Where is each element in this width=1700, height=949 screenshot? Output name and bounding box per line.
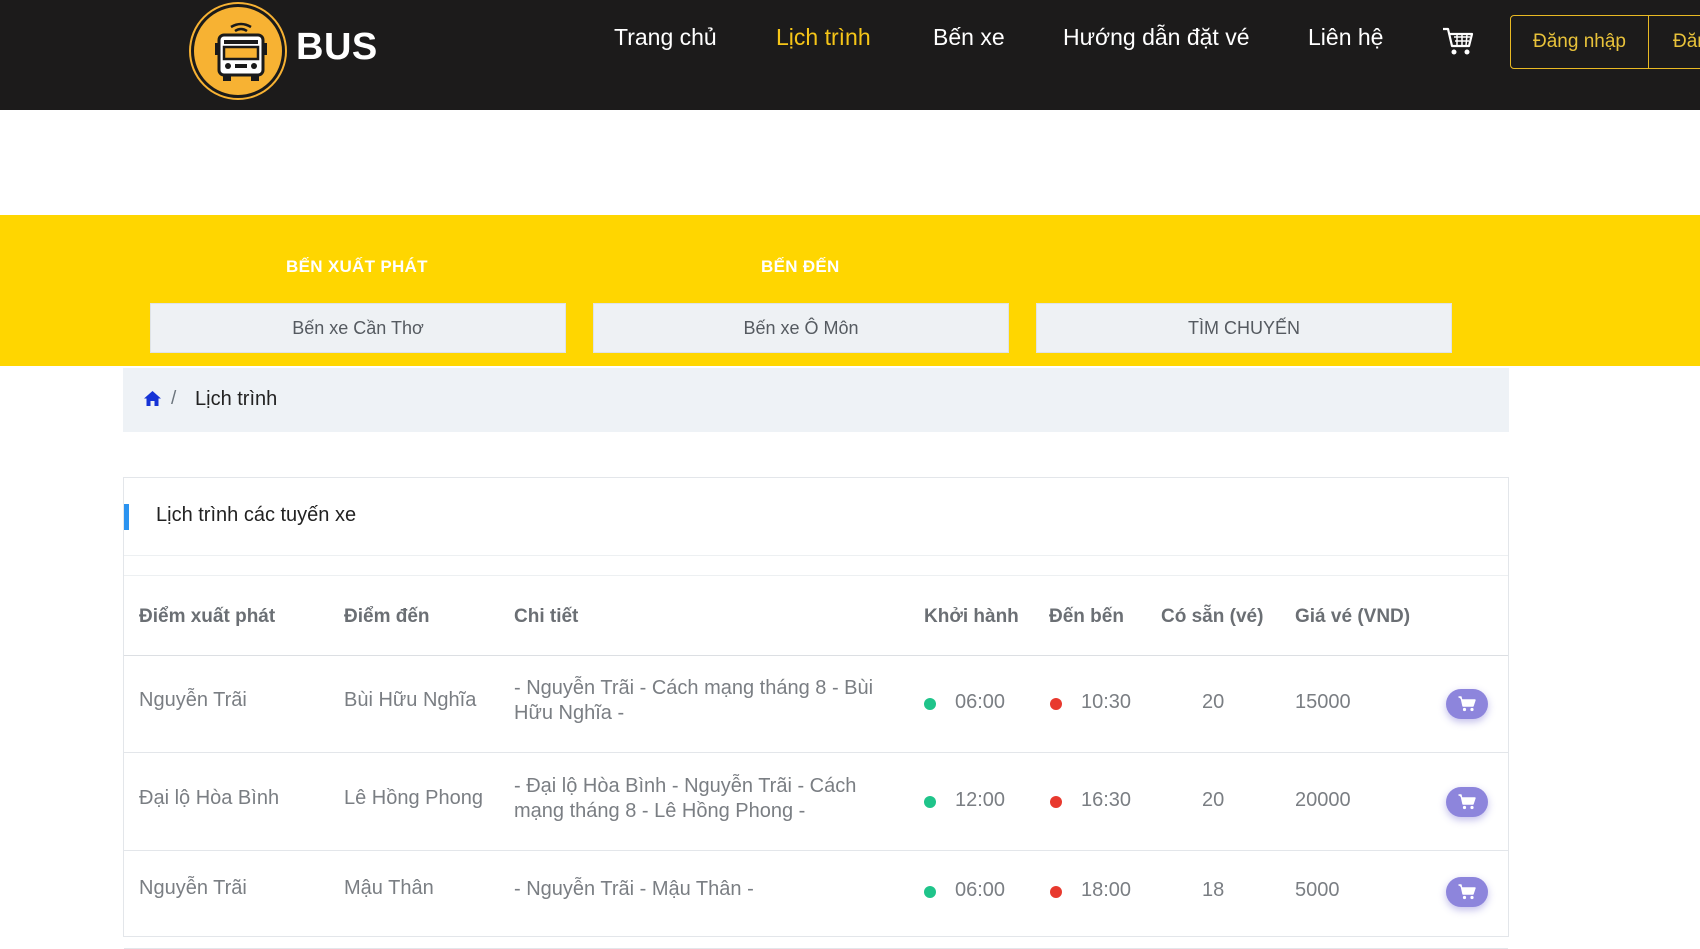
home-icon[interactable] [143, 390, 162, 412]
cart-icon [1458, 696, 1476, 712]
table-row: Nguyễn Trãi Mậu Thân - Nguyễn Trãi - Mậu… [124, 851, 1508, 949]
price-cell: 20000 [1295, 789, 1351, 811]
column-header-price: Giá vé (VND) [1295, 606, 1411, 627]
breadcrumb-separator: / [171, 388, 177, 409]
nav-item-contact[interactable]: Liên hệ [1308, 24, 1383, 51]
search-trip-button[interactable]: TÌM CHUYẾN [1036, 303, 1452, 353]
nav-item-schedule[interactable]: Lịch trình [776, 24, 871, 51]
depart-time-cell: 12:00 [955, 789, 1006, 811]
title-accent-bar [124, 504, 129, 530]
breadcrumb-current: Lịch trình [195, 388, 278, 410]
detail-cell: - Nguyễn Trãi - Cách mạng tháng 8 - Bùi … [514, 677, 874, 724]
available-cell: 18 [1202, 879, 1225, 901]
detail-cell: - Đại lộ Hòa Bình - Nguyễn Trãi - Cách m… [514, 775, 857, 822]
depart-status-dot [924, 698, 936, 710]
arrive-time-cell: 10:30 [1081, 691, 1132, 713]
column-header-arrive: Đến bến [1049, 606, 1124, 627]
column-header-depart: Khởi hành [924, 606, 1019, 627]
arrive-status-dot [1050, 886, 1062, 898]
nav-item-home[interactable]: Trang chủ [614, 24, 717, 51]
login-button[interactable]: Đăng nhập [1510, 15, 1649, 69]
origin-label: BẾN XUẤT PHÁT [286, 257, 428, 276]
arrive-status-dot [1050, 796, 1062, 808]
top-navbar: BUS Trang chủ Lịch trình Bến xe Hướng dẫ… [0, 0, 1700, 110]
depart-status-dot [924, 796, 936, 808]
breadcrumb: / Lịch trình [123, 368, 1509, 432]
search-panel: BẾN XUẤT PHÁT BẾN ĐẾN Bến xe Cần Thơ Bến… [0, 215, 1700, 366]
destination-cell: Mậu Thân [344, 877, 434, 899]
nav-item-booking-guide[interactable]: Hướng dẫn đặt vé [1063, 24, 1249, 51]
nav-item-stations[interactable]: Bến xe [933, 24, 1005, 51]
brand-name[interactable]: BUS [296, 26, 378, 69]
depart-time-cell: 06:00 [955, 691, 1006, 713]
available-cell: 20 [1202, 789, 1225, 811]
arrive-time-cell: 18:00 [1081, 879, 1132, 901]
price-cell: 5000 [1295, 879, 1340, 901]
destination-select[interactable]: Bến xe Ô Môn [593, 303, 1009, 353]
schedule-title: Lịch trình các tuyến xe [156, 504, 357, 526]
depart-time-cell: 06:00 [955, 879, 1006, 901]
table-row: Nguyễn Trãi Bùi Hữu Nghĩa - Nguyễn Trãi … [124, 655, 1508, 753]
register-button[interactable]: Đăn [1648, 15, 1700, 69]
column-header-destination: Điểm đến [344, 606, 430, 627]
available-cell: 20 [1202, 691, 1225, 713]
divider [124, 575, 1508, 576]
table-row: Đại lộ Hòa Bình Lê Hồng Phong - Đại lộ H… [124, 753, 1508, 851]
detail-cell: - Nguyễn Trãi - Mậu Thân - [514, 878, 754, 900]
schedule-card: Lịch trình các tuyến xe Điểm xuất phát Đ… [123, 477, 1509, 949]
column-header-available: Có sẵn (vé) [1161, 606, 1264, 627]
origin-cell: Đại lộ Hòa Bình [139, 787, 280, 809]
bus-logo-icon[interactable] [191, 4, 285, 98]
cart-icon [1458, 794, 1476, 810]
cart-icon [1458, 884, 1476, 900]
column-header-origin: Điểm xuất phát [139, 606, 276, 627]
add-to-cart-button[interactable] [1446, 689, 1488, 719]
destination-cell: Bùi Hữu Nghĩa [344, 689, 477, 711]
price-cell: 15000 [1295, 691, 1351, 713]
cart-icon[interactable] [1442, 26, 1474, 56]
divider [124, 555, 1508, 556]
destination-cell: Lê Hồng Phong [344, 787, 484, 809]
origin-cell: Nguyễn Trãi [139, 877, 247, 899]
arrive-time-cell: 16:30 [1081, 789, 1132, 811]
depart-status-dot [924, 886, 936, 898]
destination-label: BẾN ĐẾN [761, 257, 840, 276]
arrive-status-dot [1050, 698, 1062, 710]
column-header-detail: Chi tiết [514, 606, 579, 627]
add-to-cart-button[interactable] [1446, 787, 1488, 817]
add-to-cart-button[interactable] [1446, 877, 1488, 907]
origin-select[interactable]: Bến xe Cần Thơ [150, 303, 566, 353]
origin-cell: Nguyễn Trãi [139, 689, 247, 711]
